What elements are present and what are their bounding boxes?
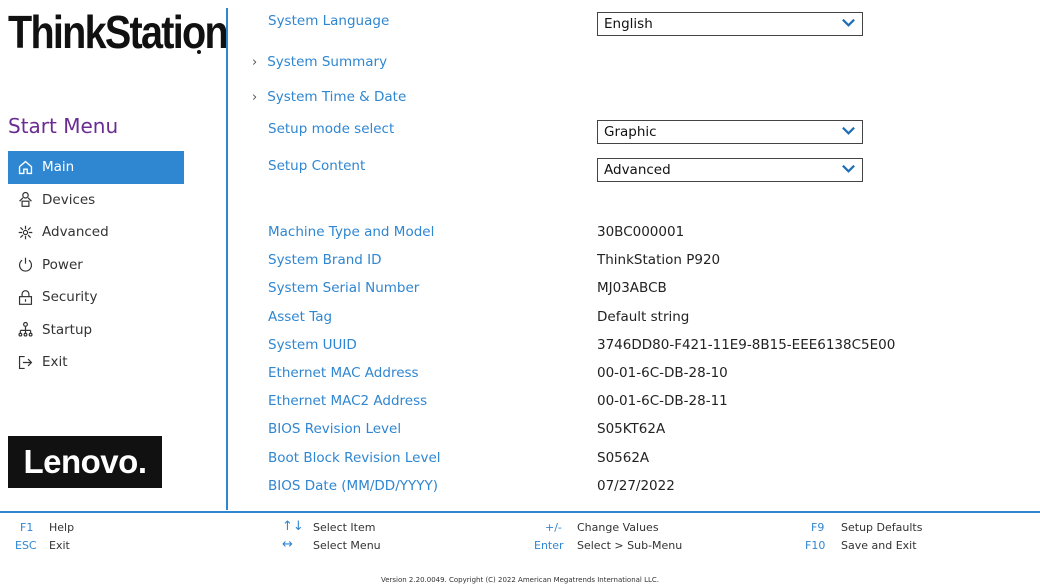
advanced-icon (8, 224, 42, 241)
boot-block-value: S0562A (597, 450, 650, 466)
bios-date-value: 07/27/2022 (597, 478, 675, 494)
left-right-arrows-icon: ↔ (282, 537, 293, 552)
sidebar-item-label: Startup (42, 321, 93, 338)
sidebar-item-security[interactable]: Security (8, 281, 184, 314)
f10-key: F10 (805, 539, 826, 552)
sub-menu-hint: Select > Sub-Menu (577, 539, 683, 552)
startup-icon (8, 321, 42, 338)
serial-number-label: System Serial Number (268, 280, 420, 296)
brand-id-label: System Brand ID (268, 252, 382, 268)
exit-hint: Exit (49, 539, 70, 552)
home-icon (8, 159, 42, 176)
vertical-divider (226, 8, 228, 510)
setup-content-label: Setup Content (268, 158, 366, 174)
lock-icon (8, 289, 42, 306)
select-value: English (604, 16, 653, 32)
save-exit-hint: Save and Exit (841, 539, 917, 552)
system-language-label: System Language (268, 13, 390, 29)
asset-tag-label: Asset Tag (268, 309, 333, 325)
mac2-address-label: Ethernet MAC2 Address (268, 393, 428, 409)
sidebar-item-advanced[interactable]: Advanced (8, 216, 184, 249)
version-text: Version 2.20.0049. Copyright (C) 2022 Am… (380, 576, 660, 584)
chevron-right-icon: › (252, 55, 258, 70)
sidebar-item-devices[interactable]: Devices (8, 184, 184, 217)
chevron-down-icon (841, 123, 856, 142)
select-value: Advanced (604, 162, 671, 178)
system-time-date-label: System Time & Date (267, 89, 407, 105)
sidebar-item-label: Security (42, 289, 98, 306)
sidebar-item-exit[interactable]: Exit (8, 346, 184, 379)
exit-icon (8, 354, 42, 371)
system-uuid-value: 3746DD80-F421-11E9-8B15-EEE6138C5E00 (597, 337, 896, 353)
machine-type-value: 30BC000001 (597, 224, 685, 240)
sidebar-item-label: Devices (42, 191, 96, 208)
bios-date-label: BIOS Date (MM/DD/YYYY) (268, 478, 438, 494)
select-menu-hint: Select Menu (313, 539, 381, 552)
f1-key: F1 (20, 521, 34, 534)
enter-key: Enter (534, 539, 564, 552)
sidebar-item-main[interactable]: Main (8, 151, 184, 184)
asset-tag-value: Default string (597, 309, 690, 325)
power-icon (8, 256, 42, 273)
select-item-hint: Select Item (313, 521, 376, 534)
boot-block-label: Boot Block Revision Level (268, 450, 441, 466)
machine-type-label: Machine Type and Model (268, 224, 435, 240)
change-values-hint: Change Values (577, 521, 659, 534)
sidebar-item-power[interactable]: Power (8, 249, 184, 282)
lenovo-logo: Lenovo. (8, 436, 162, 488)
start-menu-heading: Start Menu (8, 114, 119, 138)
mac2-address-value: 00-01-6C-DB-28-11 (597, 393, 728, 409)
sidebar-item-startup[interactable]: Startup (8, 314, 184, 347)
sidebar-item-label: Main (42, 159, 75, 176)
logo-dot (197, 50, 201, 54)
chevron-down-icon (841, 161, 856, 180)
esc-key: ESC (15, 539, 37, 552)
bios-revision-label: BIOS Revision Level (268, 421, 402, 437)
system-time-date-link[interactable]: › System Time & Date (252, 89, 406, 105)
setup-content-select[interactable]: Advanced (597, 158, 863, 182)
up-down-arrows-icon: ↑↓ (282, 519, 304, 534)
setup-defaults-hint: Setup Defaults (841, 521, 923, 534)
help-hint: Help (49, 521, 75, 534)
setup-mode-select[interactable]: Graphic (597, 120, 863, 144)
system-summary-link[interactable]: › System Summary (252, 54, 387, 70)
sidebar-item-label: Power (42, 256, 83, 273)
serial-number-value: MJ03ABCB (597, 280, 667, 296)
plus-minus-key: +/- (545, 521, 562, 534)
f9-key: F9 (811, 521, 825, 534)
bios-revision-value: S05KT62A (597, 421, 666, 437)
sidebar-item-label: Advanced (42, 224, 109, 241)
mac-address-value: 00-01-6C-DB-28-10 (597, 365, 728, 381)
chevron-right-icon: › (252, 90, 258, 105)
devices-icon (8, 191, 42, 208)
horizontal-divider (0, 511, 1040, 513)
thinkstation-logo: ThinkStation (8, 6, 229, 58)
system-uuid-label: System UUID (268, 337, 357, 353)
brand-id-value: ThinkStation P920 (597, 252, 721, 268)
sidebar-nav: Main Devices Advanced Power Security Sta… (8, 151, 184, 379)
system-language-select[interactable]: English (597, 12, 863, 36)
system-summary-label: System Summary (267, 54, 388, 70)
setup-mode-label: Setup mode select (268, 121, 395, 137)
sidebar-item-label: Exit (42, 354, 68, 371)
mac-address-label: Ethernet MAC Address (268, 365, 419, 381)
select-value: Graphic (604, 124, 657, 140)
chevron-down-icon (841, 15, 856, 34)
